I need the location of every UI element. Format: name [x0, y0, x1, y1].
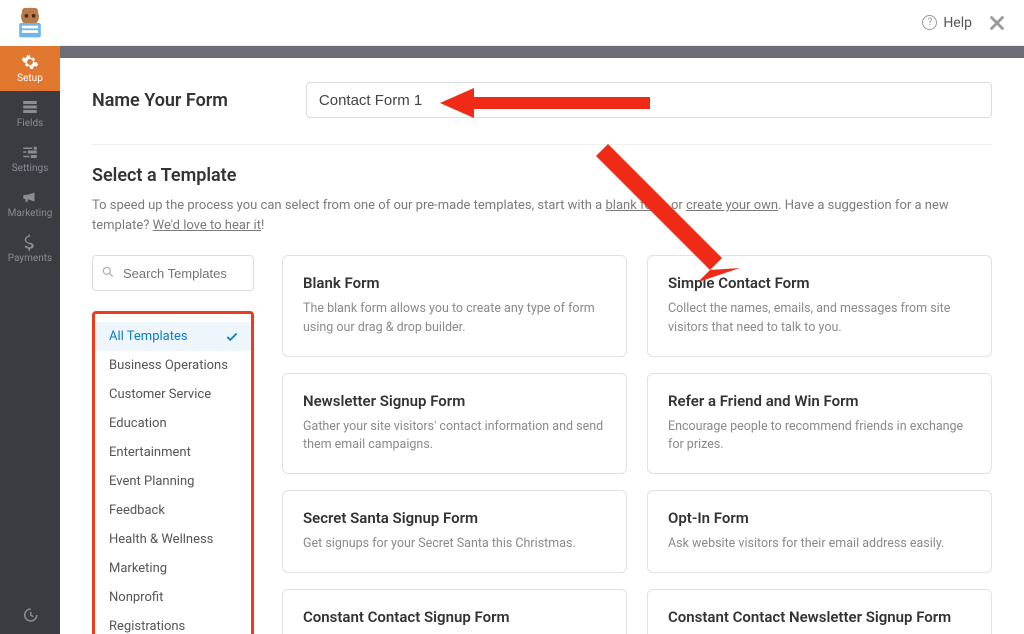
category-marketing[interactable]: Marketing — [95, 554, 251, 583]
template-title: Opt-In Form — [668, 509, 971, 527]
help-link[interactable]: ? Help — [922, 15, 972, 31]
template-card-constant-contact-signup[interactable]: Constant Contact Signup Form Let your vi… — [282, 589, 627, 634]
category-event-planning[interactable]: Event Planning — [95, 467, 251, 496]
category-nonprofit[interactable]: Nonprofit — [95, 583, 251, 612]
topbar: ? Help — [60, 0, 1024, 46]
template-title: Constant Contact Signup Form — [303, 608, 606, 626]
category-registrations[interactable]: Registrations — [95, 612, 251, 634]
create-your-own-link[interactable]: create your own — [686, 198, 778, 213]
template-card-simple-contact-form[interactable]: Simple Contact Form Collect the names, e… — [647, 255, 992, 357]
template-card-opt-in[interactable]: Opt-In Form Ask website visitors for the… — [647, 490, 992, 573]
fields-icon — [21, 98, 39, 116]
category-business-operations[interactable]: Business Operations — [95, 351, 251, 380]
form-name-input[interactable] — [306, 82, 992, 118]
category-customer-service[interactable]: Customer Service — [95, 380, 251, 409]
wpforms-logo-icon — [12, 5, 48, 41]
sliders-icon — [21, 143, 39, 161]
search-templates-input[interactable] — [92, 255, 254, 291]
select-template-subtitle: To speed up the process you can select f… — [92, 196, 992, 235]
gear-icon — [21, 53, 39, 71]
template-desc: Gather your site visitors' contact infor… — [303, 418, 606, 456]
sidebar-item-settings[interactable]: Settings — [0, 136, 60, 181]
template-title: Refer a Friend and Win Form — [668, 392, 971, 410]
bullhorn-icon — [21, 188, 39, 206]
template-title: Newsletter Signup Form — [303, 392, 606, 410]
template-left-panel: All Templates Business Operations Custom… — [92, 255, 254, 634]
category-all-templates[interactable]: All Templates — [95, 322, 251, 351]
modal-top-bar — [60, 46, 1024, 58]
sidebar-history-button[interactable] — [0, 596, 60, 634]
category-education[interactable]: Education — [95, 409, 251, 438]
template-desc: Collect the names, emails, and messages … — [668, 300, 971, 338]
name-your-form-label: Name Your Form — [92, 90, 228, 111]
template-card-blank-form[interactable]: Blank Form The blank form allows you to … — [282, 255, 627, 357]
template-title: Constant Contact Newsletter Signup Form — [668, 608, 971, 626]
category-entertainment[interactable]: Entertainment — [95, 438, 251, 467]
close-button[interactable] — [986, 12, 1008, 34]
sidebar-label: Setup — [17, 73, 43, 84]
sidebar-item-setup[interactable]: Setup — [0, 46, 60, 91]
template-card-secret-santa[interactable]: Secret Santa Signup Form Get signups for… — [282, 490, 627, 573]
dollar-icon — [21, 233, 39, 251]
feedback-link[interactable]: We'd love to hear it — [153, 218, 261, 233]
category-list: All Templates Business Operations Custom… — [92, 311, 254, 634]
template-desc: Encourage people to recommend friends in… — [668, 418, 971, 456]
sidebar-label: Payments — [8, 253, 52, 264]
select-template-title: Select a Template — [92, 165, 992, 186]
content-area: Name Your Form Select a Template To spee… — [60, 58, 1024, 634]
divider — [92, 144, 992, 145]
help-label: Help — [943, 15, 972, 31]
template-title: Simple Contact Form — [668, 274, 971, 292]
close-icon — [986, 12, 1008, 34]
template-desc: Ask website visitors for their email add… — [668, 535, 971, 554]
template-desc: Get signups for your Secret Santa this C… — [303, 535, 606, 554]
history-icon — [21, 606, 39, 624]
category-health-wellness[interactable]: Health & Wellness — [95, 525, 251, 554]
template-grid: Blank Form The blank form allows you to … — [282, 255, 992, 634]
template-card-newsletter-signup[interactable]: Newsletter Signup Form Gather your site … — [282, 373, 627, 475]
blank-form-link[interactable]: blank form — [605, 198, 667, 213]
left-sidebar: Setup Fields Settings Marketing Payments — [0, 0, 60, 634]
question-icon: ? — [922, 15, 937, 30]
sidebar-label: Settings — [12, 163, 49, 174]
template-title: Secret Santa Signup Form — [303, 509, 606, 527]
search-icon — [101, 265, 115, 279]
sidebar-item-fields[interactable]: Fields — [0, 91, 60, 136]
template-card-constant-contact-newsletter[interactable]: Constant Contact Newsletter Signup Form … — [647, 589, 992, 634]
sidebar-item-marketing[interactable]: Marketing — [0, 181, 60, 226]
search-templates-wrap — [92, 255, 254, 291]
category-feedback[interactable]: Feedback — [95, 496, 251, 525]
sidebar-label: Marketing — [8, 208, 53, 219]
sidebar-item-payments[interactable]: Payments — [0, 226, 60, 271]
logo — [0, 0, 60, 46]
main-panel: ? Help Name Your Form Select a Template … — [60, 0, 1024, 634]
check-icon — [225, 330, 239, 348]
template-title: Blank Form — [303, 274, 606, 292]
sidebar-label: Fields — [17, 118, 44, 129]
template-card-refer-a-friend[interactable]: Refer a Friend and Win Form Encourage pe… — [647, 373, 992, 475]
template-desc: The blank form allows you to create any … — [303, 300, 606, 338]
